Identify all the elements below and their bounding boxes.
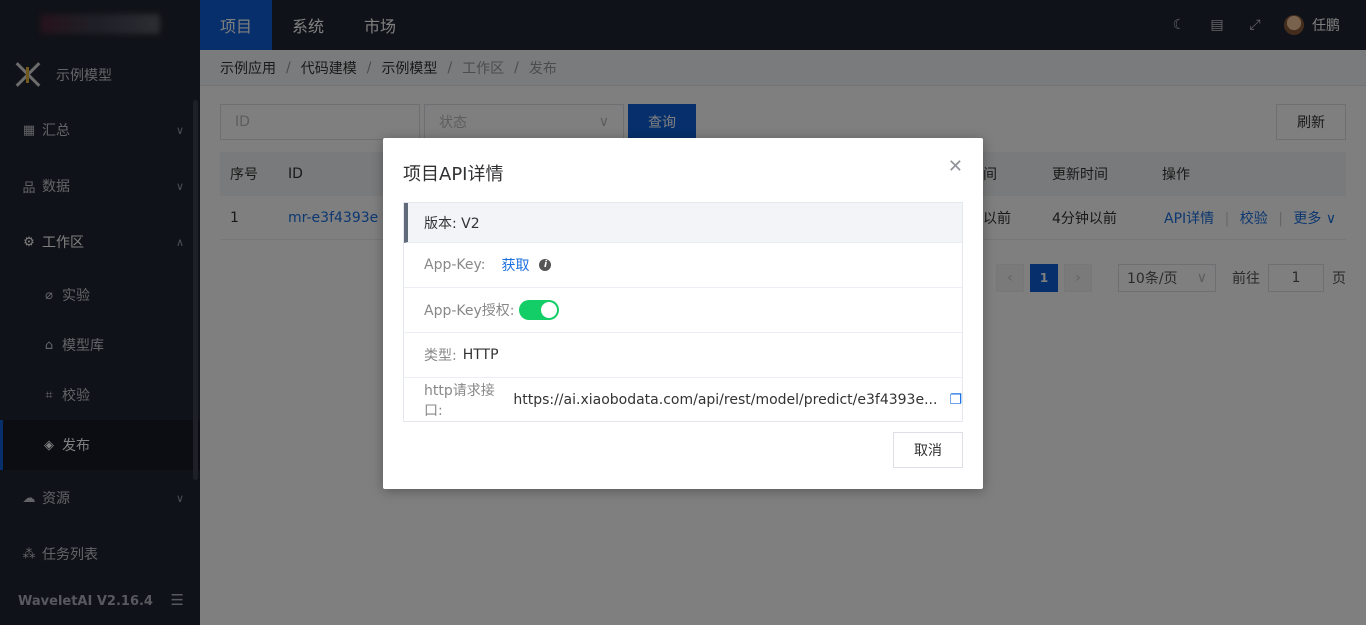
http-endpoint-value: https://ai.xiaobodata.com/api/rest/model…	[513, 392, 938, 408]
info-icon[interactable]: i	[539, 259, 552, 271]
type-value: HTTP	[462, 347, 499, 363]
close-icon[interactable]: ✕	[948, 156, 963, 177]
version-row: 版本: V2	[404, 203, 962, 243]
copy-icon[interactable]: ❐	[949, 392, 962, 408]
appkey-auth-toggle[interactable]	[518, 300, 559, 320]
appkey-auth-label: App-Key授权:	[424, 303, 515, 319]
appkey-label: App-Key:	[424, 257, 486, 273]
type-row: 类型: HTTP	[404, 333, 962, 378]
api-detail-dialog: 项目API详情 ✕ 版本: V2 App-Key: 获取 i App-Key授权…	[383, 138, 983, 489]
appkey-auth-row: App-Key授权:	[404, 288, 962, 333]
type-label: 类型:	[424, 348, 457, 364]
dialog-body: 版本: V2 App-Key: 获取 i App-Key授权: 类型: HTTP…	[403, 202, 963, 422]
dialog-title: 项目API详情	[403, 164, 504, 185]
cancel-button[interactable]: 取消	[893, 432, 963, 468]
appkey-row: App-Key: 获取 i	[404, 243, 962, 288]
http-endpoint-row: http请求接口: https://ai.xiaobodata.com/api/…	[404, 378, 962, 421]
get-appkey-link[interactable]: 获取	[501, 255, 529, 275]
http-label: http请求接口:	[424, 383, 495, 419]
